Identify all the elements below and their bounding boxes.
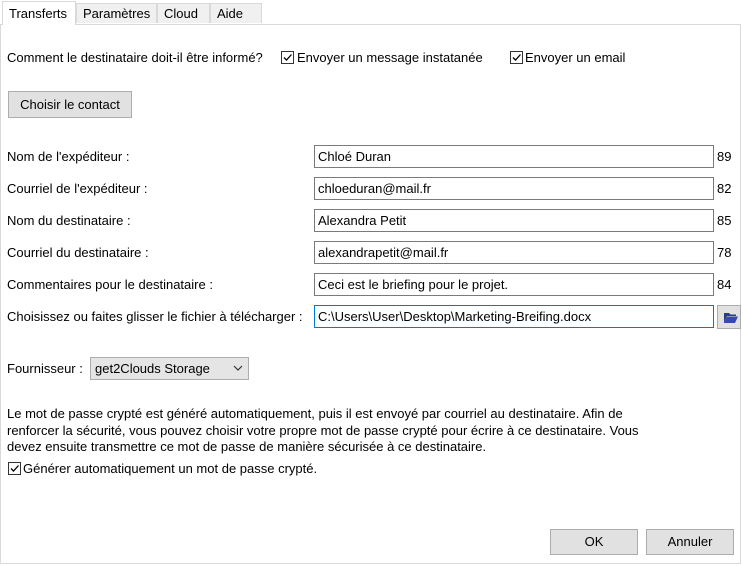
tab-transferts[interactable]: Transferts — [2, 1, 76, 25]
recipient-email-count: 78 — [717, 245, 732, 260]
provider-selected-value: get2Clouds Storage — [95, 361, 210, 376]
tab-parametres[interactable]: Paramètres — [76, 3, 157, 23]
tab-bar: Transferts Paramètres Cloud Aide — [0, 0, 743, 25]
chevron-down-icon — [233, 365, 243, 371]
sender-email-label: Courriel de l'expéditeur : — [7, 181, 148, 196]
choose-contact-button[interactable]: Choisir le contact — [8, 91, 132, 118]
browse-file-button[interactable] — [717, 305, 741, 329]
password-info-line-3: devez ensuite transmettre ce mot de pass… — [7, 439, 487, 454]
password-info-text: Le mot de passe crypté est généré automa… — [7, 406, 639, 456]
tab-cloud[interactable]: Cloud — [157, 3, 210, 23]
password-info-line-1: Le mot de passe crypté est généré automa… — [7, 406, 623, 421]
ok-button[interactable]: OK — [550, 529, 638, 555]
auto-password-label: Générer automatiquement un mot de passe … — [23, 461, 318, 476]
sender-name-label: Nom de l'expéditeur : — [7, 149, 130, 164]
check-icon — [512, 54, 521, 61]
password-info-line-2: renforcer la sécurité, vous pouvez chois… — [7, 422, 639, 438]
recipient-email-input[interactable]: alexandrapetit@mail.fr — [314, 241, 714, 264]
comments-input[interactable]: Ceci est le briefing pour le projet. — [314, 273, 714, 296]
check-icon — [10, 465, 19, 472]
sender-email-count: 82 — [717, 181, 732, 196]
instant-message-label: Envoyer un message instatanée — [297, 50, 483, 65]
transfer-panel: Comment le destinataire doit-il être inf… — [0, 24, 741, 564]
sender-name-input[interactable]: Chloé Duran — [314, 145, 714, 168]
cancel-button[interactable]: Annuler — [646, 529, 734, 555]
provider-label: Fournisseur : — [7, 361, 83, 376]
email-label: Envoyer un email — [525, 50, 626, 65]
comments-label: Commentaires pour le destinataire : — [7, 277, 213, 292]
comments-count: 84 — [717, 277, 732, 292]
notify-question: Comment le destinataire doit-il être inf… — [7, 50, 263, 65]
file-input[interactable]: C:\Users\User\Desktop\Marketing-Breifing… — [314, 305, 714, 328]
folder-icon — [724, 313, 738, 323]
auto-password-checkbox[interactable] — [8, 462, 21, 475]
recipient-name-input[interactable]: Alexandra Petit — [314, 209, 714, 232]
recipient-email-label: Courriel du destinataire : — [7, 245, 149, 260]
sender-name-count: 89 — [717, 149, 732, 164]
check-icon — [283, 54, 292, 61]
instant-message-checkbox[interactable] — [281, 51, 294, 64]
provider-select[interactable]: get2Clouds Storage — [90, 357, 249, 380]
sender-email-input[interactable]: chloeduran@mail.fr — [314, 177, 714, 200]
tab-aide[interactable]: Aide — [210, 3, 262, 23]
recipient-name-count: 85 — [717, 213, 732, 228]
email-checkbox[interactable] — [510, 51, 523, 64]
recipient-name-label: Nom du destinataire : — [7, 213, 131, 228]
file-label: Choisissez ou faites glisser le fichier … — [7, 309, 303, 324]
transfer-window: Transferts Paramètres Cloud Aide Comment… — [0, 0, 743, 566]
